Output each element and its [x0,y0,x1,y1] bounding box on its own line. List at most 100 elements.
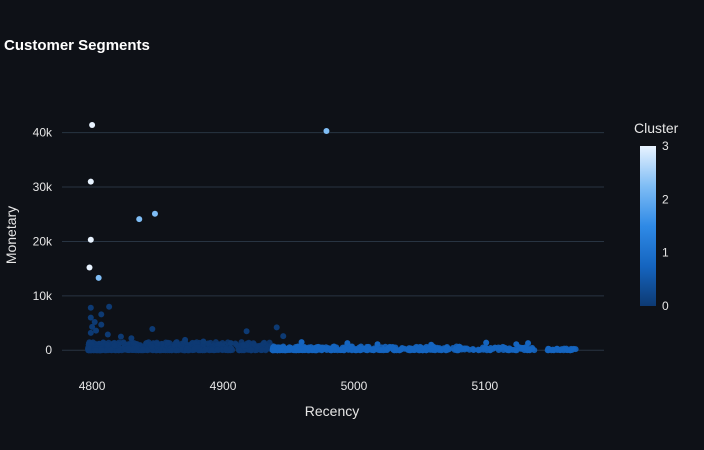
data-point [194,344,201,351]
data-point [512,347,519,354]
data-point [277,347,284,354]
scatter-points [85,122,579,354]
data-point [214,346,221,353]
data-point [104,341,111,348]
data-point [415,345,422,352]
data-point [344,340,351,347]
data-point [286,346,293,353]
x-tick-label: 5100 [472,379,499,393]
colorbar-tick-label: 2 [662,192,669,206]
colorbar [640,146,656,306]
data-point [454,346,461,353]
data-point [392,346,399,353]
data-point [106,303,113,310]
data-point [227,340,234,347]
data-point [463,345,470,352]
data-point [200,338,207,345]
data-point [513,341,520,348]
data-point [353,347,360,354]
data-point [271,347,278,354]
data-point [223,345,230,352]
data-point [219,340,226,347]
x-tick-label: 5000 [341,379,368,393]
x-tick-labels: 4800 4900 5000 5100 [79,379,499,393]
data-point [273,324,280,331]
data-point [154,340,161,347]
customer-segments-chart: Customer Segments 0 10k 20k 30k 40k 4800 4900… [3,37,679,419]
data-point [309,346,316,353]
y-tick-label: 0 [45,343,52,357]
data-point [250,341,257,348]
data-point [87,304,94,311]
data-point [151,210,158,217]
data-point [240,342,247,349]
data-point [248,346,255,353]
data-point [86,264,93,271]
data-point [364,347,371,354]
data-point [487,347,494,354]
data-point [98,321,105,328]
colorbar-tick-labels: 0 1 2 3 [662,139,669,313]
data-point [93,327,100,334]
data-point [374,341,381,348]
gridlines [62,132,604,351]
x-tick-label: 4900 [210,379,237,393]
data-point [504,347,511,354]
data-point [125,345,132,352]
chart-title: Customer Segments [4,37,150,54]
y-tick-labels: 0 10k 20k 30k 40k [33,126,53,358]
x-axis-label: Recency [305,403,359,419]
data-point [164,339,171,346]
data-point [183,345,190,352]
y-tick-label: 10k [33,289,53,303]
data-point [136,216,143,223]
data-point [208,347,215,354]
colorbar-tick-label: 0 [662,299,669,313]
y-tick-label: 40k [33,126,53,140]
data-point [149,326,156,333]
data-point [319,344,326,351]
data-point [128,335,135,342]
data-point [98,347,105,354]
y-axis-label: Monetary [3,206,19,264]
colorbar-tick-label: 3 [662,139,669,153]
data-point [436,346,443,353]
data-point [87,329,94,336]
data-point [328,346,335,353]
data-point [182,336,189,343]
data-point [564,347,571,354]
data-point [399,344,406,351]
data-point [421,345,428,352]
data-point [280,333,287,340]
colorbar-tick-label: 1 [662,246,669,260]
y-tick-label: 20k [33,234,53,248]
data-point [386,343,393,350]
data-point [303,345,310,352]
data-point [117,333,124,340]
data-point [85,347,92,354]
data-point [104,331,111,338]
data-point [87,236,94,243]
data-point [92,347,99,354]
data-point [133,344,140,351]
data-point [525,340,532,347]
data-point [95,274,102,281]
y-tick-label: 30k [33,180,53,194]
data-point [496,344,503,351]
data-point [481,345,488,352]
data-point [444,343,451,350]
data-point [292,343,299,350]
data-point [87,178,94,185]
data-point [89,122,96,129]
data-point [483,339,490,346]
data-point [545,346,552,353]
data-point [111,342,118,349]
data-point [202,346,209,353]
data-point [572,346,579,353]
data-point [236,347,243,354]
data-point [87,340,94,347]
data-point [298,339,305,346]
x-tick-label: 4800 [79,379,106,393]
data-point [173,347,180,354]
data-point [98,311,105,318]
